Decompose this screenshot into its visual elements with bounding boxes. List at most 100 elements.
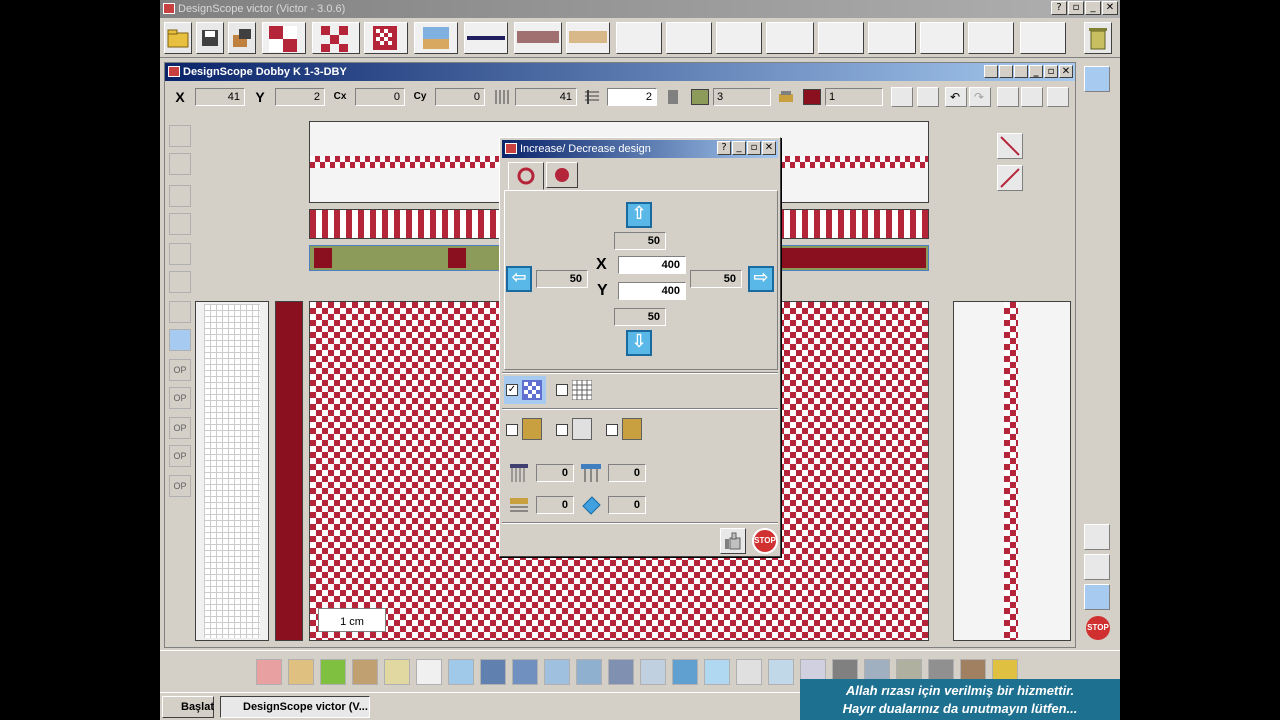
empty-slot-3[interactable]	[716, 22, 762, 54]
tieup-panel[interactable]	[195, 301, 269, 641]
empty-slot-4[interactable]	[766, 22, 814, 54]
redo-button[interactable]: ↷	[969, 87, 991, 107]
bottom-tool-6[interactable]	[416, 659, 442, 685]
op-button-1[interactable]: OP	[169, 359, 191, 381]
restore-button[interactable]: ▫	[1068, 1, 1084, 15]
y-size-field[interactable]: 400	[618, 282, 686, 300]
open-folder-button[interactable]	[164, 22, 192, 54]
right-arrow-button[interactable]: ⇨	[748, 266, 774, 292]
pattern-tool-3[interactable]	[1047, 87, 1069, 107]
empty-slot-1[interactable]	[616, 22, 662, 54]
color-swatch-olive[interactable]	[691, 89, 709, 105]
bottom-tool-1[interactable]	[256, 659, 282, 685]
left-tool-5[interactable]	[169, 243, 191, 265]
bottom-tool-5[interactable]	[384, 659, 410, 685]
line-swatch-tan[interactable]	[566, 22, 610, 54]
doc-close-button[interactable]: ✕	[1059, 65, 1073, 78]
x-coord-field[interactable]: 41	[195, 88, 245, 106]
help-button[interactable]: ?	[1051, 1, 1067, 15]
eraser-field[interactable]: 0	[608, 496, 646, 514]
repeat-checkbox[interactable]: ✓	[506, 384, 518, 396]
empty-slot-9[interactable]	[1020, 22, 1066, 54]
up-arrow-button[interactable]: ⇧	[626, 202, 652, 228]
pegplan-panel[interactable]	[953, 301, 1071, 641]
warp-add-field[interactable]: 0	[536, 464, 574, 482]
bottom-tool-4[interactable]	[352, 659, 378, 685]
close-button[interactable]: ✕	[1102, 1, 1118, 15]
op-button-4[interactable]: OP	[169, 445, 191, 467]
design-tab-2[interactable]	[312, 22, 360, 54]
bottom-tool-13[interactable]	[640, 659, 666, 685]
grid-tool-button[interactable]	[917, 87, 939, 107]
dialog-maximize-button[interactable]: ▫	[747, 141, 761, 155]
x-size-field[interactable]: 400	[618, 256, 686, 274]
bottom-tool-16[interactable]	[736, 659, 762, 685]
empty-slot-7[interactable]	[920, 22, 964, 54]
doc-minimize-button[interactable]: _	[1029, 65, 1043, 78]
bottom-tool-9[interactable]	[512, 659, 538, 685]
op-button-2[interactable]: OP	[169, 387, 191, 409]
left-tool-8[interactable]	[169, 329, 191, 351]
heddle-add-field[interactable]: 0	[608, 464, 646, 482]
color-swatch-red[interactable]	[803, 89, 821, 105]
ok-button[interactable]	[720, 528, 746, 554]
cx-coord-field[interactable]: 0	[355, 88, 405, 106]
left-arrow-button[interactable]: ⇦	[506, 266, 532, 292]
option-checkbox-3[interactable]	[606, 424, 618, 436]
option-checkbox-1[interactable]	[506, 424, 518, 436]
undo-button[interactable]: ↶	[945, 87, 967, 107]
bottom-tool-12[interactable]	[608, 659, 634, 685]
pattern-tool-2[interactable]	[1021, 87, 1043, 107]
down-arrow-button[interactable]: ⇩	[626, 330, 652, 356]
dialog-close-button[interactable]: ✕	[762, 141, 776, 155]
minimize-button[interactable]: _	[1085, 1, 1101, 15]
dialog-minimize-button[interactable]: _	[732, 141, 746, 155]
left-tool-7[interactable]	[169, 301, 191, 323]
tab-resize[interactable]	[508, 162, 544, 190]
right-margin-field[interactable]: 50	[690, 270, 742, 288]
design-tab-1[interactable]	[262, 22, 306, 54]
bottom-margin-field[interactable]: 50	[614, 308, 666, 326]
bottom-tool-2[interactable]	[288, 659, 314, 685]
pattern-tool-1[interactable]	[997, 87, 1019, 107]
tab-rotate[interactable]	[546, 162, 578, 188]
trash-button[interactable]	[1084, 22, 1112, 54]
taskbar-item[interactable]: DesignScope victor (V...	[220, 696, 370, 718]
right-link-button[interactable]	[1084, 584, 1110, 610]
bottom-tool-17[interactable]	[768, 659, 794, 685]
empty-slot-2[interactable]	[666, 22, 712, 54]
right-palette-button[interactable]	[1084, 66, 1110, 92]
doc-tool-button[interactable]	[1014, 65, 1028, 78]
pencil-tool-button[interactable]	[891, 87, 913, 107]
left-tool-1[interactable]	[169, 125, 191, 147]
line-swatch-brown[interactable]	[514, 22, 562, 54]
right-save-button[interactable]	[1084, 554, 1110, 580]
left-tool-4[interactable]	[169, 213, 191, 235]
empty-slot-6[interactable]	[868, 22, 916, 54]
design-tab-3[interactable]	[364, 22, 408, 54]
cy-coord-field[interactable]: 0	[435, 88, 485, 106]
right-stop-button[interactable]: STOP	[1086, 616, 1110, 640]
doc-info-button[interactable]	[999, 65, 1013, 78]
bottom-tool-3[interactable]	[320, 659, 346, 685]
color2-field[interactable]: 1	[825, 88, 883, 106]
left-margin-field[interactable]: 50	[536, 270, 588, 288]
diagonal-tool-1[interactable]	[997, 133, 1023, 159]
left-tool-6[interactable]	[169, 271, 191, 293]
weft-add-field[interactable]: 0	[536, 496, 574, 514]
doc-maximize-button[interactable]: ▫	[1044, 65, 1058, 78]
bottom-tool-14[interactable]	[672, 659, 698, 685]
bottom-tool-11[interactable]	[576, 659, 602, 685]
bottom-tool-7[interactable]	[448, 659, 474, 685]
left-tool-2[interactable]	[169, 153, 191, 175]
option-checkbox-2[interactable]	[556, 424, 568, 436]
treadling-strip[interactable]	[275, 301, 303, 641]
top-margin-field[interactable]: 50	[614, 232, 666, 250]
doc-help-button[interactable]	[984, 65, 998, 78]
empty-slot-5[interactable]	[818, 22, 864, 54]
warp-field[interactable]: 41	[515, 88, 577, 106]
start-button[interactable]: Başlat	[162, 696, 214, 718]
export-button[interactable]	[228, 22, 256, 54]
dialog-help-button[interactable]: ?	[717, 141, 731, 155]
right-load-button[interactable]	[1084, 524, 1110, 550]
